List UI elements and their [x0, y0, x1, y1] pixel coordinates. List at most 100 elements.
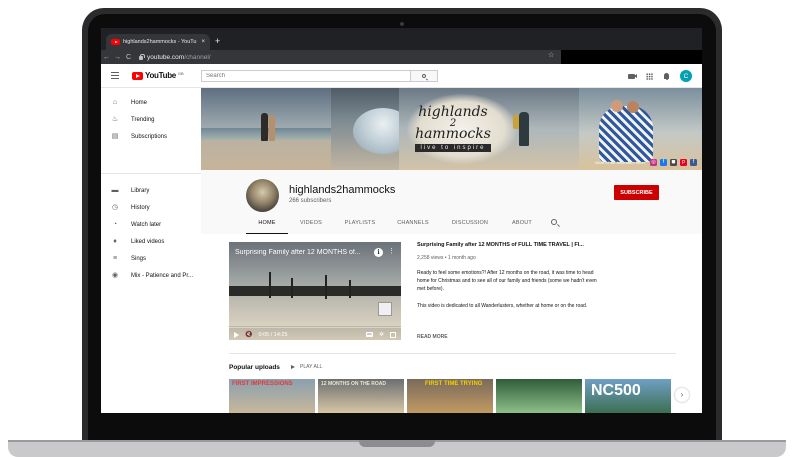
tab-videos[interactable]: VIDEOS — [288, 216, 334, 234]
youtube-logo[interactable]: YouTube GB — [132, 71, 184, 80]
banner-links-text[interactable]: More of our Adventure here! — [595, 160, 645, 165]
notifications-bell-icon[interactable] — [664, 73, 669, 81]
featured-video-description: Ready to feel some emotions?! After 12 m… — [417, 270, 597, 309]
tab-discussion[interactable]: DISCUSSION — [440, 216, 500, 234]
play-icon[interactable] — [234, 331, 239, 338]
video-time: 0:05 / 14:25 — [258, 331, 288, 338]
banner-links: More of our Adventure here! ◎ f ◼ p f — [595, 159, 697, 166]
banner-photo-van-window — [331, 88, 413, 170]
region-code: GB — [177, 70, 184, 76]
create-video-icon[interactable] — [628, 73, 637, 79]
banner-tagline: live to inspire — [415, 143, 491, 152]
header-actions: C — [628, 70, 692, 82]
more-options-icon[interactable]: ⋮ — [388, 247, 395, 255]
sidebar-item-mix[interactable]: ◉ Mix - Patience and Pr... — [101, 269, 201, 283]
laptop-mockup: highlands2hammocks - YouTu × + ← → C you… — [0, 0, 794, 457]
sidebar-item-subscriptions[interactable]: ▤ Subscriptions — [101, 130, 201, 144]
channel-avatar[interactable] — [246, 179, 279, 212]
sidebar-item-home[interactable]: ⌂ Home — [101, 96, 201, 110]
forward-icon[interactable]: → — [112, 54, 123, 61]
search-input[interactable] — [202, 71, 410, 81]
laptop-base — [8, 440, 786, 457]
redacted-bar — [561, 50, 702, 64]
account-avatar[interactable]: C — [680, 70, 692, 82]
search-button[interactable] — [410, 71, 437, 81]
bookmark-star-icon[interactable]: ☆ — [548, 51, 554, 59]
info-icon[interactable]: i — [374, 248, 383, 257]
thumbs-up-icon: ♦ — [113, 238, 117, 245]
video-thumbnail[interactable]: FIRST TIME TRYING — [407, 379, 493, 413]
facebook-icon[interactable]: f — [660, 159, 667, 166]
watch-later-icon: ◔ — [112, 221, 118, 228]
address-bar[interactable]: youtube.com/channel/ — [139, 52, 548, 62]
channel-tabs: HOME VIDEOS PLAYLISTS CHANNELS DISCUSSIO… — [246, 216, 564, 234]
search-icon — [422, 74, 426, 78]
read-more-link[interactable]: READ MORE — [417, 334, 448, 340]
youtube-header: YouTube GB C — [101, 64, 702, 88]
browser-tab[interactable]: highlands2hammocks - YouTu × — [106, 34, 210, 50]
mute-icon[interactable]: 🔇 — [245, 331, 252, 339]
sidebar-item-watch-later[interactable]: ◔ Watch later — [101, 218, 201, 232]
sidebar-item-sings[interactable]: ≡ Sings — [101, 252, 201, 266]
facebook-page-icon[interactable]: f — [690, 159, 697, 166]
channel-search-button[interactable] — [544, 216, 564, 234]
play-icon — [291, 365, 295, 369]
history-icon: ◷ — [111, 204, 119, 211]
lock-icon — [139, 53, 145, 60]
sidebar-item-library[interactable]: ▬ Library — [101, 184, 201, 198]
library-icon: ▬ — [111, 187, 119, 194]
banner-channel-title: highlands 2 hammocks live to inspire — [415, 103, 491, 152]
featured-video-title[interactable]: Surprising Family after 12 MONTHS of FUL… — [417, 242, 697, 248]
search-icon — [551, 219, 557, 225]
new-tab-button[interactable]: + — [215, 34, 220, 48]
video-thumbnail[interactable] — [496, 379, 582, 413]
playlist-icon: ≡ — [112, 255, 118, 262]
tab-title: highlands2hammocks - YouTu — [123, 39, 197, 45]
banner-photo-blanket-couple — [579, 88, 702, 170]
back-icon[interactable]: ← — [101, 54, 112, 61]
channel-name: highlands2hammocks — [289, 184, 396, 196]
play-all-button[interactable]: PLAY ALL — [291, 364, 322, 370]
sidebar-divider — [101, 173, 201, 174]
subscribe-button[interactable]: SUBSCRIBE — [614, 185, 659, 200]
captions-icon[interactable]: CC — [365, 332, 373, 337]
search-box — [201, 70, 438, 82]
browser-tab-bar: highlands2hammocks - YouTu × + — [101, 28, 702, 50]
reload-icon[interactable]: C — [123, 54, 134, 61]
featured-video-player[interactable]: Surprising Family after 12 MONTHS of... … — [229, 242, 401, 340]
apps-grid-icon[interactable] — [646, 72, 653, 80]
fullscreen-icon[interactable] — [390, 331, 396, 338]
progress-bar[interactable] — [229, 327, 401, 328]
instagram-icon[interactable]: ◎ — [650, 159, 657, 166]
channel-header: highlands2hammocks 266 subscribers SUBSC… — [201, 170, 702, 234]
video-thumbnail[interactable]: NC500 — [585, 379, 671, 413]
tab-close-icon[interactable]: × — [201, 39, 205, 45]
popular-uploads-title: Popular uploads — [229, 364, 280, 371]
tab-channels[interactable]: CHANNELS — [386, 216, 440, 234]
sidebar-item-trending[interactable]: ♨ Trending — [101, 113, 201, 127]
banner-photo-beach-couple — [201, 88, 331, 170]
browser-window: highlands2hammocks - YouTu × + ← → C you… — [101, 28, 702, 413]
popular-uploads-shelf: FIRST IMPRESSIONS 12 MONTHS ON THE ROAD … — [229, 379, 689, 413]
settings-gear-icon[interactable]: ✲ — [379, 331, 384, 338]
player-controls: 🔇 0:05 / 14:25 CC ✲ — [229, 329, 401, 340]
tab-playlists[interactable]: PLAYLISTS — [334, 216, 386, 234]
hamburger-menu-icon[interactable] — [111, 72, 119, 79]
pinterest-icon[interactable]: p — [680, 159, 687, 166]
video-thumbnail[interactable]: FIRST IMPRESSIONS — [229, 379, 315, 413]
shelf-next-arrow-icon[interactable]: › — [675, 388, 689, 402]
tab-about[interactable]: ABOUT — [500, 216, 544, 234]
sidebar-item-liked-videos[interactable]: ♦ Liked videos — [101, 235, 201, 249]
youtube-play-icon — [132, 71, 143, 80]
webcam — [400, 22, 404, 26]
guide-sidebar: ⌂ Home ♨ Trending ▤ Subscriptions ▬ Libr… — [101, 88, 201, 413]
website-icon[interactable]: ◼ — [670, 159, 677, 166]
tab-home[interactable]: HOME — [246, 216, 288, 234]
sidebar-item-history[interactable]: ◷ History — [101, 201, 201, 215]
player-video-title[interactable]: Surprising Family after 12 MONTHS of... — [235, 249, 370, 256]
video-thumbnail[interactable]: 12 MONTHS ON THE ROAD — [318, 379, 404, 413]
laptop-notch — [359, 440, 435, 447]
trending-icon: ♨ — [111, 116, 119, 123]
section-divider — [229, 353, 676, 354]
subscriptions-icon: ▤ — [111, 133, 119, 140]
